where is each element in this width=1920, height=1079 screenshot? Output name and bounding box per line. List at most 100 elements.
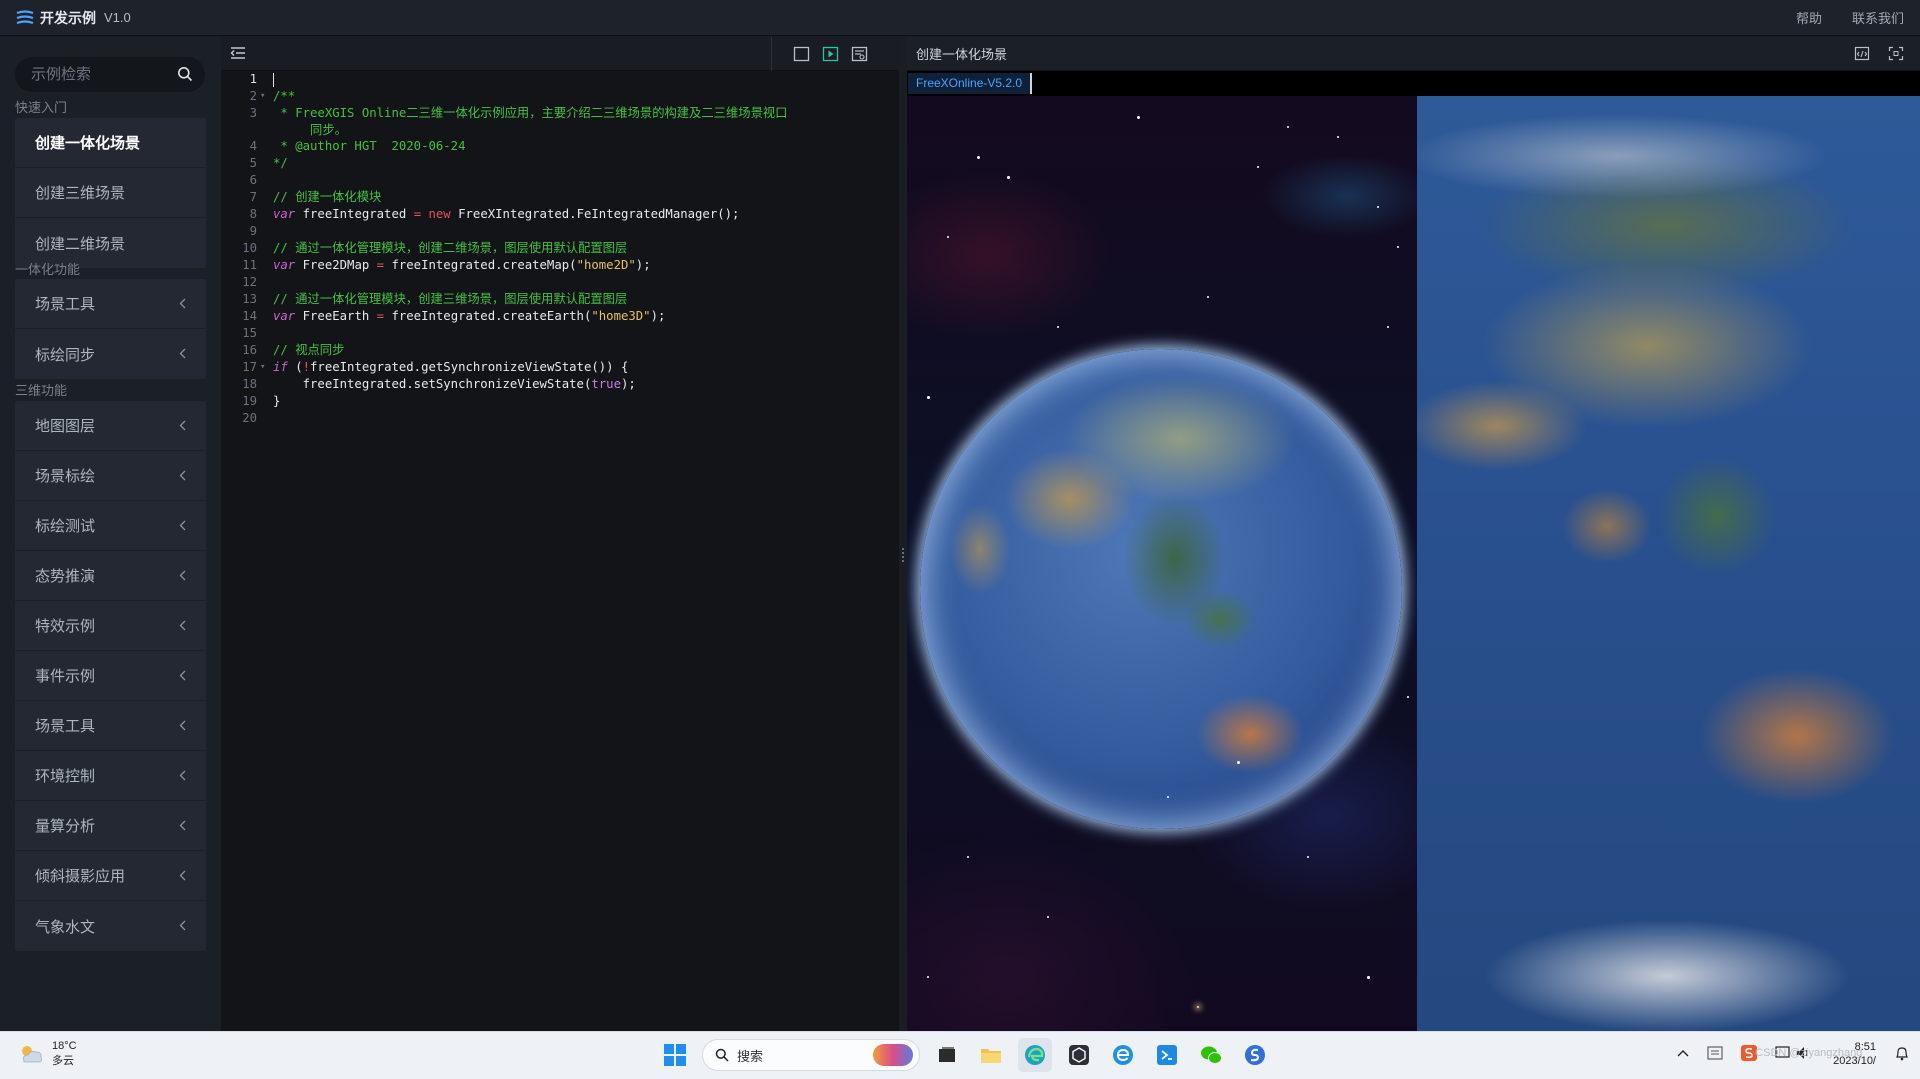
chevron-left-icon [179, 770, 186, 781]
fullscreen-icon[interactable] [793, 46, 810, 67]
star [1397, 246, 1399, 248]
code-line[interactable]: 2 ▾ /** [221, 88, 899, 105]
sidebar-item[interactable]: 创建三维场景 [15, 168, 206, 218]
code-text: * @author HGT 2020-06-24 [273, 139, 466, 153]
start-button[interactable] [658, 1038, 692, 1072]
nav-group: 场景工具标绘同步 [15, 279, 206, 379]
taskbar-search[interactable]: 搜索 [702, 1039, 920, 1071]
sidebar-item[interactable]: 地图图层 [15, 401, 206, 451]
line-number: 14 [242, 309, 257, 323]
code-line[interactable]: 11 var Free2DMap = freeIntegrated.createM… [221, 257, 899, 274]
sidebar-item[interactable]: 场景工具 [15, 279, 206, 329]
contact-link[interactable]: 联系我们 [1852, 8, 1904, 27]
sidebar-item-label: 地图图层 [35, 418, 96, 435]
code-line[interactable]: 13 // 通过一体化管理模块，创建三维场景，图层使用默认配置图层 [221, 291, 899, 308]
code-line[interactable]: 5 */ [221, 155, 899, 172]
preview-title: 创建一体化场景 [916, 47, 1008, 62]
sidebar-item[interactable]: 倾斜摄影应用 [15, 851, 206, 901]
sidebar-item[interactable]: 标绘测试 [15, 501, 206, 551]
sidebar-item-label: 态势推演 [35, 568, 96, 585]
sidebar-item[interactable]: 创建一体化场景 [15, 118, 206, 168]
sidebar-item[interactable]: 量算分析 [15, 801, 206, 851]
panel-splitter[interactable] [899, 37, 907, 1031]
vscode-button[interactable] [1150, 1038, 1184, 1072]
fold-toggle-icon[interactable]: ▾ [260, 88, 265, 105]
taskview-button[interactable] [930, 1038, 964, 1072]
code-line[interactable]: 9 [221, 223, 899, 240]
input-method-icon[interactable] [1707, 1045, 1723, 1064]
section-title: 三维功能 [15, 383, 68, 398]
app-logo: 开发示例 V1.0 [16, 8, 131, 28]
star [1377, 206, 1379, 208]
edge-button[interactable] [1018, 1038, 1052, 1072]
app-s-button[interactable] [1238, 1038, 1272, 1072]
sidebar-item[interactable]: 环境控制 [15, 751, 206, 801]
weather-widget[interactable]: 18°C 多云 [18, 1040, 77, 1068]
sidebar-item[interactable]: 气象水文 [15, 901, 206, 951]
code-line[interactable]: 19} [221, 393, 899, 410]
chevron-up-icon[interactable] [1677, 1048, 1689, 1060]
collapse-sidebar-icon[interactable] [230, 46, 246, 65]
wechat-button[interactable] [1194, 1038, 1228, 1072]
tab-freexonline[interactable]: FreeXOnline-V5.2.0 [908, 73, 1033, 94]
help-link[interactable]: 帮助 [1796, 8, 1822, 27]
code-line[interactable]: 4 * @author HGT 2020-06-24 [221, 138, 899, 155]
code-line[interactable]: 16 // 视点同步 [221, 342, 899, 359]
code-line[interactable]: 8 var freeIntegrated = new FreeXIntegrate… [221, 206, 899, 223]
search-icon[interactable] [177, 66, 193, 87]
chevron-left-icon [179, 920, 186, 931]
star [947, 236, 949, 238]
run-icon[interactable] [822, 46, 839, 67]
code-line[interactable]: 12 [221, 274, 899, 291]
sidebar-item[interactable]: 特效示例 [15, 601, 206, 651]
nav-group: 地图图层场景标绘 标绘测试态势推演特效示例 事件示例 场景工具 环境控制 量算分析 倾斜摄影… [15, 401, 206, 951]
chevron-left-icon [179, 820, 186, 831]
browser-e-icon [1113, 1045, 1133, 1065]
unity-button[interactable] [1062, 1038, 1096, 1072]
chevron-left-icon [179, 620, 186, 631]
sidebar-item[interactable]: 事件示例 [15, 651, 206, 701]
line-number: 6 [249, 173, 257, 187]
star [1257, 166, 1259, 168]
fold-toggle-icon[interactable]: ▾ [260, 359, 265, 376]
preview-panel: 创建一体化场景 FreeXOnline-V5.2.0 [907, 37, 1920, 1031]
earth-globe[interactable] [920, 349, 1402, 829]
code-area[interactable]: 1 2 ▾/** 3 * FreeXGIS Online二三维一体化示例应用，主要介绍… [221, 71, 899, 1031]
code-line[interactable]: 18 freeIntegrated.setSynchronizeViewStat… [221, 376, 899, 393]
code-line[interactable]: 10 // 通过一体化管理模块，创建二维场景，图层使用默认配置图层 [221, 240, 899, 257]
line-number: 8 [249, 207, 257, 221]
notification-icon[interactable] [1894, 1045, 1910, 1064]
logo-icon [16, 9, 34, 24]
code-line[interactable]: 同步。 [221, 122, 899, 138]
splitter-grip-icon[interactable] [901, 547, 905, 563]
code-toggle-icon[interactable] [1854, 46, 1870, 66]
code-line[interactable]: 1 [221, 71, 899, 88]
sidebar-item[interactable]: 场景标绘 [15, 451, 206, 501]
code-text: var Free2DMap = freeIntegrated.createMap… [273, 258, 651, 272]
nav-group: 创建一体化场景 创建三维场景 创建二维场景 [15, 118, 206, 268]
sidebar-item[interactable]: 态势推演 [15, 551, 206, 601]
sidebar-item[interactable]: 标绘同步 [15, 329, 206, 379]
code-text: } [273, 394, 281, 408]
chevron-left-icon [179, 670, 186, 681]
expand-icon[interactable] [1888, 46, 1904, 66]
code-view-icon[interactable] [851, 46, 868, 67]
code-line[interactable]: 6 [221, 172, 899, 189]
code-line[interactable]: 17 ▾ if (!freeIntegrated.getSynchronizeVie… [221, 359, 899, 376]
search-input[interactable] [31, 66, 171, 83]
code-line[interactable]: 7 // 创建一体化模块 [221, 189, 899, 206]
code-line[interactable]: 20 [221, 410, 899, 427]
code-line[interactable]: 14 var FreeEarth = freeIntegrated.createE… [221, 308, 899, 325]
code-line[interactable]: 15 [221, 325, 899, 342]
code-line[interactable]: 3 * FreeXGIS Online二三维一体化示例应用，主要介绍二三维场景的… [221, 105, 899, 122]
file-explorer-button[interactable] [974, 1038, 1008, 1072]
star [967, 856, 969, 858]
folder-icon [981, 1049, 1001, 1063]
sidebar-item[interactable]: 场景工具 [15, 701, 206, 751]
line-number: 3 [249, 106, 257, 120]
sidebar-item-label: 场景工具 [35, 296, 96, 313]
ie-button[interactable] [1106, 1038, 1140, 1072]
network-volume-icons[interactable]: CSDN @ziyangzhang [1755, 1045, 1862, 1064]
map-2d-viewport[interactable] [1417, 96, 1920, 1031]
scene-3d-viewport[interactable] [907, 96, 1417, 1031]
